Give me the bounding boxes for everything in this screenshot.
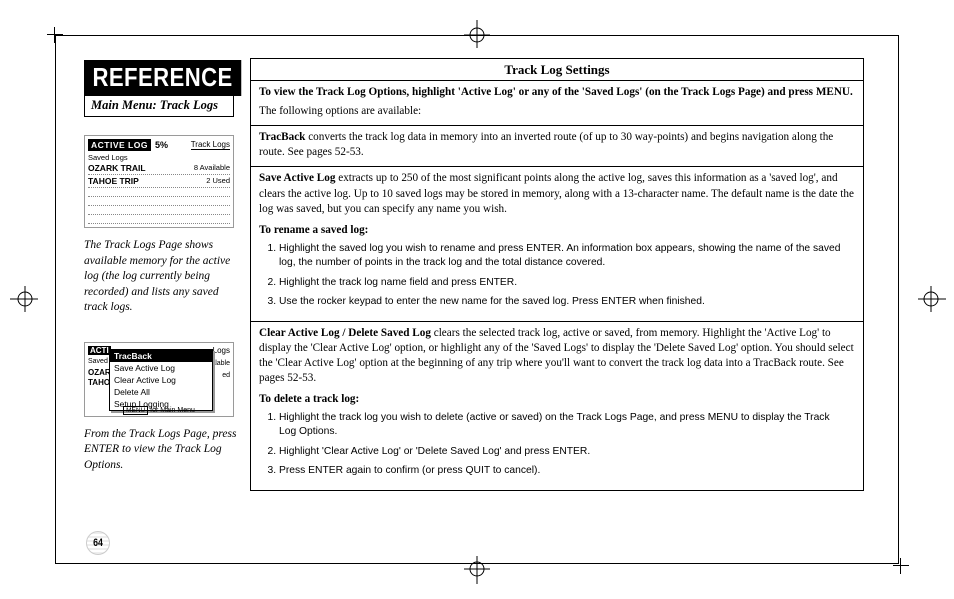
ss2-menu-save-active: Save Active Log xyxy=(110,362,212,374)
caption-1: The Track Logs Page shows available memo… xyxy=(84,238,239,316)
rename-heading: To rename a saved log: xyxy=(259,223,855,238)
save-body: extracts up to 250 of the most significa… xyxy=(259,172,854,214)
ss1-tracklogs-label: Track Logs xyxy=(191,140,230,150)
ss2-foot-key: MENU xyxy=(123,406,148,415)
ss1-saved-logs-label: Saved Logs xyxy=(88,153,230,162)
ss1-row1-status: 8 Available xyxy=(194,163,230,173)
rename-steps: Highlight the saved log you wish to rena… xyxy=(279,242,855,310)
ss2-menu-tracback: TracBack xyxy=(110,350,212,362)
clear-term: Clear Active Log / Delete Saved Log xyxy=(259,327,431,339)
registration-mark-right xyxy=(918,284,948,314)
intro-bold: To view the Track Log Options, highlight… xyxy=(259,86,853,98)
breadcrumb: Main Menu: Track Logs xyxy=(84,95,234,117)
ss2-foot-text: for Main Menu xyxy=(148,407,195,414)
page-number: 64 xyxy=(86,531,110,555)
save-term: Save Active Log xyxy=(259,172,335,184)
tracback-section: TracBack converts the track log data in … xyxy=(251,125,863,166)
registration-mark-left xyxy=(8,284,38,314)
rename-step-3: Use the rocker keypad to enter the new n… xyxy=(279,295,855,309)
clear-delete-section: Clear Active Log / Delete Saved Log clea… xyxy=(251,321,863,490)
ss2-bg-taho: TAHO xyxy=(88,378,110,387)
track-log-settings-title: Track Log Settings xyxy=(251,59,863,80)
ss1-percent: 5% xyxy=(155,140,168,150)
ss2-footer: MENU for Main Menu xyxy=(85,407,233,414)
save-active-log-section: Save Active Log extracts up to 250 of th… xyxy=(251,166,863,320)
delete-step-1: Highlight the track log you wish to dele… xyxy=(279,411,855,440)
delete-heading: To delete a track log: xyxy=(259,392,855,407)
tracback-body: converts the track log data in memory in… xyxy=(259,131,833,158)
track-log-settings-box: Track Log Settings To view the Track Log… xyxy=(250,58,864,491)
ss1-row2-status: 2 Used xyxy=(206,176,230,186)
ss2-bg-alable: alable xyxy=(211,360,230,367)
intro-section: To view the Track Log Options, highlight… xyxy=(251,80,863,125)
ss2-bg-logs: Logs xyxy=(213,346,230,355)
ss2-bg-ozar: OZAR xyxy=(88,368,111,377)
main-content: Track Log Settings To view the Track Log… xyxy=(246,36,898,563)
manual-page: REFERENCE Main Menu: Track Logs ACTIVE L… xyxy=(55,35,899,564)
tracback-term: TracBack xyxy=(259,131,305,143)
delete-steps: Highlight the track log you wish to dele… xyxy=(279,411,855,479)
screenshot-track-log-options: ACTI Logs Saved alable OZAR ed TAHO Trac… xyxy=(84,342,234,417)
delete-step-2: Highlight 'Clear Active Log' or 'Delete … xyxy=(279,445,855,459)
rename-step-2: Highlight the track log name field and p… xyxy=(279,276,855,290)
caption-2: From the Track Logs Page, press ENTER to… xyxy=(84,427,239,474)
delete-step-3: Press ENTER again to confirm (or press Q… xyxy=(279,464,855,478)
section-title-reference: REFERENCE xyxy=(84,60,241,96)
ss2-menu-clear-active: Clear Active Log xyxy=(110,374,212,386)
ss2-menu-delete-all: Delete All xyxy=(110,386,212,398)
ss1-active-log-label: ACTIVE LOG xyxy=(88,139,151,151)
page-number-value: 64 xyxy=(88,531,107,555)
ss1-row1-name: OZARK TRAIL xyxy=(88,163,146,173)
rename-step-1: Highlight the saved log you wish to rena… xyxy=(279,242,855,271)
ss2-bg-saved: Saved xyxy=(88,358,108,365)
ss1-row2-name: TAHOE TRIP xyxy=(88,176,139,186)
intro-follow: The following options are available: xyxy=(259,104,855,119)
ss2-bg-acti: ACTI xyxy=(88,346,111,355)
ss2-bg-ed: ed xyxy=(222,372,230,379)
screenshot-track-logs-page: ACTIVE LOG 5% Track Logs Saved Logs OZAR… xyxy=(84,135,234,228)
sidebar: REFERENCE Main Menu: Track Logs ACTIVE L… xyxy=(56,36,246,563)
ss2-popup-menu: TracBack Save Active Log Clear Active Lo… xyxy=(109,349,213,411)
